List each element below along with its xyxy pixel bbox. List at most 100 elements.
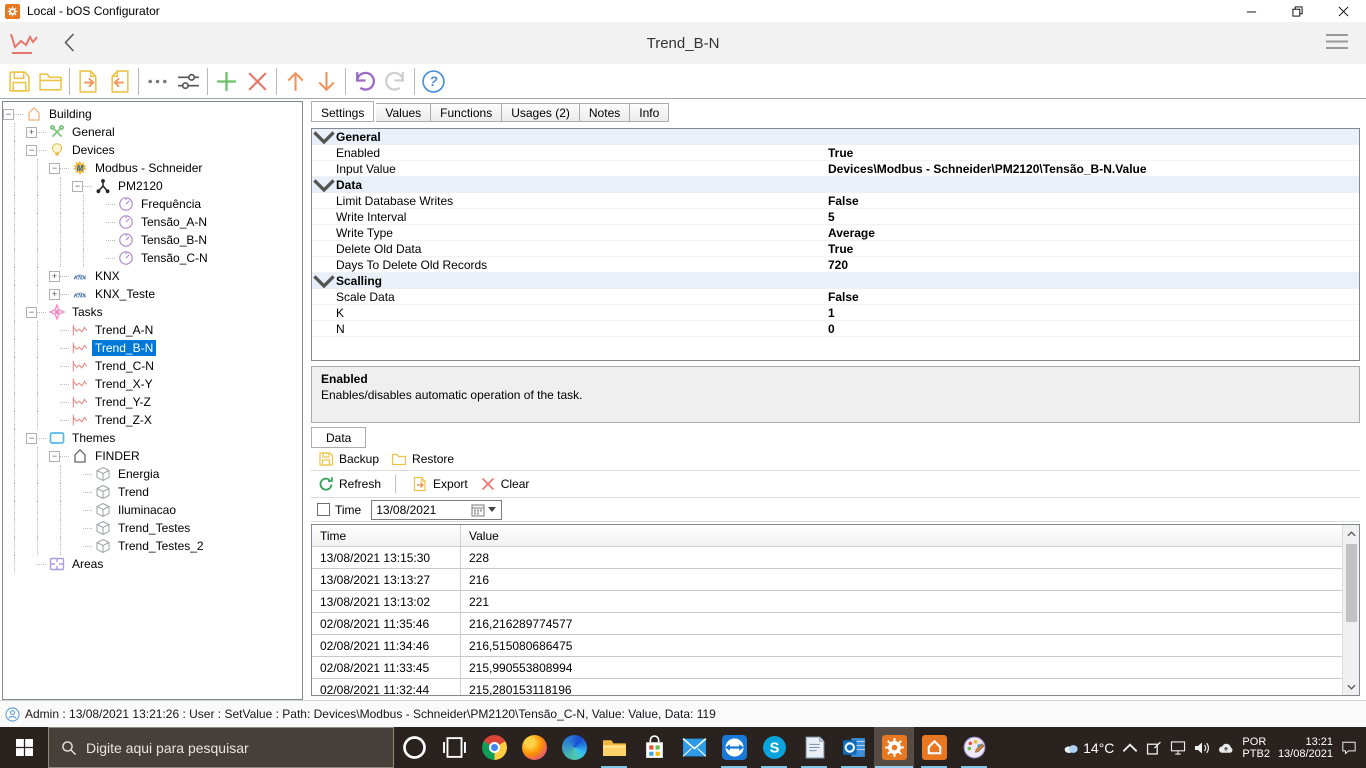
restore-button[interactable] bbox=[1274, 0, 1320, 22]
tree-expand-toggle[interactable]: − bbox=[72, 180, 83, 192]
tree-expand-toggle[interactable]: + bbox=[26, 126, 37, 138]
tree-item-iluminacao[interactable]: Iluminacao bbox=[3, 501, 302, 519]
volume-tray-button[interactable] bbox=[1194, 741, 1210, 755]
tab-usages-2-[interactable]: Usages (2) bbox=[502, 103, 580, 122]
start-button[interactable] bbox=[0, 727, 48, 768]
tab-data[interactable]: Data bbox=[311, 427, 367, 448]
setting-value[interactable]: 1 bbox=[828, 306, 835, 320]
tree-item-trend-b-n[interactable]: Trend_B-N bbox=[3, 339, 302, 357]
tree-item-energia[interactable]: Energia bbox=[3, 465, 302, 483]
tree-expand-toggle[interactable]: − bbox=[26, 306, 37, 318]
clock[interactable]: 13:21 13/08/2021 bbox=[1278, 736, 1333, 760]
taskbar-app-outlook[interactable] bbox=[834, 727, 874, 768]
taskbar-search[interactable]: Digite aqui para pesquisar bbox=[48, 727, 394, 768]
setting-row-n[interactable]: N0 bbox=[312, 321, 1359, 337]
tree-expand-toggle[interactable]: − bbox=[26, 144, 37, 156]
chevron-down-icon[interactable] bbox=[312, 274, 336, 289]
taskbar-app-edge[interactable] bbox=[554, 727, 594, 768]
restore-button-data[interactable]: Restore bbox=[386, 449, 459, 469]
open-button[interactable] bbox=[35, 66, 66, 96]
tree-item-trend-y-z[interactable]: Trend_Y-Z bbox=[3, 393, 302, 411]
tree-item-tens-o-a-n[interactable]: Tensão_A-N bbox=[3, 213, 302, 231]
tree-item-trend-c-n[interactable]: Trend_C-N bbox=[3, 357, 302, 375]
tab-settings[interactable]: Settings bbox=[311, 101, 375, 122]
close-button[interactable] bbox=[1320, 0, 1366, 22]
setting-row-write-type[interactable]: Write Type Average bbox=[312, 225, 1359, 241]
setting-row-input-value[interactable]: Input Value Devices\Modbus - Schneider\PM… bbox=[312, 161, 1359, 177]
taskbar-app-chrome[interactable] bbox=[474, 727, 514, 768]
taskbar-app-bos-configurator[interactable] bbox=[874, 727, 914, 768]
language-indicator[interactable]: POR PTB2 bbox=[1242, 736, 1270, 760]
filter-button[interactable] bbox=[173, 66, 204, 96]
tree-item-modbus-schneider[interactable]: − M Modbus - Schneider bbox=[3, 159, 302, 177]
menu-button[interactable] bbox=[1324, 33, 1350, 53]
setting-row-k[interactable]: K1 bbox=[312, 305, 1359, 321]
settings-group-general[interactable]: General bbox=[312, 129, 1359, 145]
setting-value[interactable]: True bbox=[828, 242, 853, 256]
undo-button[interactable] bbox=[349, 66, 380, 96]
table-row[interactable]: 02/08/2021 11:33:45 215,990553808994 bbox=[312, 657, 1342, 679]
tree-expand-toggle[interactable]: − bbox=[49, 162, 60, 174]
chevron-down-icon[interactable] bbox=[312, 178, 336, 193]
weather-button[interactable]: 14°C bbox=[1063, 740, 1114, 756]
setting-value[interactable]: Devices\Modbus - Schneider\PM2120\Tensão… bbox=[828, 162, 1147, 176]
tree-item-areas[interactable]: Areas bbox=[3, 555, 302, 573]
settings-group-data[interactable]: Data bbox=[312, 177, 1359, 193]
tree-item-trend-testes-2[interactable]: Trend_Testes_2 bbox=[3, 537, 302, 555]
taskbar-app-store[interactable] bbox=[634, 727, 674, 768]
action-center-button[interactable] bbox=[1341, 741, 1357, 755]
setting-value[interactable]: 5 bbox=[828, 210, 835, 224]
tree-expand-toggle[interactable]: − bbox=[49, 450, 60, 462]
back-button[interactable] bbox=[62, 33, 76, 53]
calendar-icon[interactable] bbox=[469, 503, 486, 517]
table-row[interactable]: 02/08/2021 11:35:46 216,216289774577 bbox=[312, 613, 1342, 635]
minimize-button[interactable] bbox=[1228, 0, 1274, 22]
date-dropdown-arrow[interactable] bbox=[488, 507, 497, 512]
column-header-value[interactable]: Value bbox=[461, 525, 1342, 546]
taskbar-app-file-explorer[interactable] bbox=[594, 727, 634, 768]
setting-value[interactable]: Average bbox=[828, 226, 875, 240]
tree-expand-toggle[interactable]: − bbox=[26, 432, 37, 444]
tree-expand-toggle[interactable]: − bbox=[3, 108, 14, 120]
delete-button[interactable] bbox=[242, 66, 273, 96]
save-button[interactable] bbox=[4, 66, 35, 96]
tree-item-knx-teste[interactable]: + KNX KNX_Teste bbox=[3, 285, 302, 303]
tree-item-trend-a-n[interactable]: Trend_A-N bbox=[3, 321, 302, 339]
setting-value[interactable]: 0 bbox=[828, 322, 835, 336]
tab-functions[interactable]: Functions bbox=[431, 103, 503, 122]
setting-value[interactable]: False bbox=[828, 290, 859, 304]
table-row[interactable]: 02/08/2021 11:34:46 216,515080686475 bbox=[312, 635, 1342, 657]
tab-notes[interactable]: Notes bbox=[579, 103, 631, 122]
settings-group-scalling[interactable]: Scalling bbox=[312, 273, 1359, 289]
move-down-button[interactable] bbox=[311, 66, 342, 96]
time-checkbox[interactable] bbox=[317, 503, 330, 516]
tree-item-trend-z-x[interactable]: Trend_Z-X bbox=[3, 411, 302, 429]
add-button[interactable] bbox=[211, 66, 242, 96]
table-scrollbar[interactable] bbox=[1342, 525, 1359, 695]
export-button[interactable] bbox=[73, 66, 104, 96]
tree-item-frequ-ncia[interactable]: Frequência bbox=[3, 195, 302, 213]
refresh-button[interactable]: Refresh bbox=[313, 474, 386, 494]
pen-tray-button[interactable] bbox=[1146, 741, 1162, 755]
setting-row-delete-old-data[interactable]: Delete Old Data True bbox=[312, 241, 1359, 257]
taskbar-app-skype[interactable]: S bbox=[754, 727, 794, 768]
table-row[interactable]: 13/08/2021 13:13:27 216 bbox=[312, 569, 1342, 591]
tray-expand-button[interactable] bbox=[1122, 741, 1138, 755]
table-row[interactable]: 13/08/2021 13:13:02 221 bbox=[312, 591, 1342, 613]
onedrive-tray-button[interactable] bbox=[1218, 741, 1234, 755]
tree-item-building[interactable]: − Building bbox=[3, 105, 302, 123]
scroll-down-button[interactable] bbox=[1343, 678, 1360, 695]
setting-row-limit-database-writes[interactable]: Limit Database Writes False bbox=[312, 193, 1359, 209]
tree-item-trend-testes[interactable]: Trend_Testes bbox=[3, 519, 302, 537]
table-row[interactable]: 13/08/2021 13:15:30 228 bbox=[312, 547, 1342, 569]
network-tray-button[interactable] bbox=[1170, 740, 1186, 755]
tree-item-devices[interactable]: − Devices bbox=[3, 141, 302, 159]
taskbar-app-firefox[interactable] bbox=[514, 727, 554, 768]
column-header-time[interactable]: Time bbox=[312, 525, 461, 546]
chevron-down-icon[interactable] bbox=[312, 130, 336, 145]
taskbar-app-cortana[interactable] bbox=[394, 727, 434, 768]
taskbar-app-mail[interactable] bbox=[674, 727, 714, 768]
date-picker[interactable]: 13/08/2021 bbox=[371, 499, 503, 520]
scroll-up-button[interactable] bbox=[1343, 525, 1360, 542]
taskbar-app-bos-builder[interactable] bbox=[914, 727, 954, 768]
